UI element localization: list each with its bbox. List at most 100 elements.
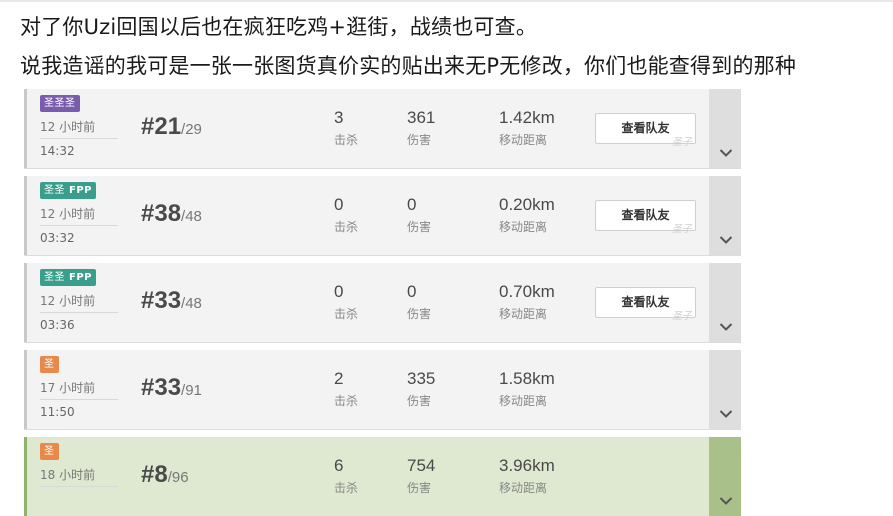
distance-value: 1.42km (499, 108, 555, 127)
kills-stat: 6 击杀 (334, 456, 358, 496)
damage-value: 361 (407, 108, 436, 127)
expand-button[interactable] (709, 263, 741, 342)
damage-value: 0 (407, 282, 417, 301)
rank-total: /48 (181, 295, 202, 312)
mode-glyph: 圣 (44, 359, 55, 370)
time-ago: 17 小时前 (40, 381, 96, 395)
squad-icon: 圣圣圣 (40, 95, 80, 112)
match-time: 14:32 (40, 144, 75, 158)
distance-value: 0.20km (499, 195, 555, 214)
kills-stat: 0 击杀 (334, 195, 358, 235)
mode-glyph: 圣圣圣 (44, 98, 76, 109)
distance-value: 1.58km (499, 369, 555, 388)
damage-stat: 335 伤害 (407, 369, 435, 409)
damage-value: 754 (407, 456, 436, 475)
distance-label: 移动距离 (499, 133, 548, 147)
distance-value: 0.70km (499, 282, 555, 301)
damage-stat: 0 伤害 (407, 195, 431, 235)
chevron-down-icon (719, 236, 733, 244)
damage-label: 伤害 (407, 394, 432, 408)
divider (40, 225, 118, 226)
match-time: 11:50 (40, 405, 75, 419)
mode-glyph: 圣圣 (44, 272, 65, 283)
rank-total: /29 (181, 121, 202, 138)
match-row[interactable]: 圣 17 小时前 11:50 #33/91 2 击杀 335 伤害 1.58km 移动距离 (24, 350, 741, 429)
distance-stat: 3.96km 移动距离 (499, 456, 555, 496)
kills-label: 击杀 (334, 394, 359, 408)
divider (40, 312, 118, 313)
chevron-down-icon (719, 497, 733, 505)
rank-value: #33 (141, 287, 182, 314)
mode-glyph: 圣 (44, 446, 55, 457)
time-ago: 18 小时前 (40, 468, 96, 482)
watermark: 圣子 (672, 224, 692, 235)
time-ago: 12 小时前 (40, 207, 96, 221)
time-ago: 12 小时前 (40, 120, 96, 134)
rank-total: /96 (167, 469, 189, 486)
watermark: 圣子 (672, 137, 692, 148)
match-row[interactable]: 圣圣 FPP 12 小时前 03:32 #38/48 0 击杀 0 伤害 0.20km 移动距离 查看… (24, 176, 741, 255)
kills-stat: 0 击杀 (334, 282, 358, 322)
distance-stat: 1.42km 移动距离 (499, 108, 555, 148)
rank-value: #21 (141, 113, 182, 140)
distance-stat: 0.20km 移动距离 (499, 195, 555, 235)
placement: #33/91 (141, 374, 202, 402)
match-time: 03:36 (40, 318, 75, 332)
watermark: 圣子 (672, 311, 692, 322)
placement: #33/48 (141, 287, 202, 315)
damage-label: 伤害 (407, 307, 432, 321)
duo-icon: 圣圣 FPP (40, 182, 96, 199)
top-divider (0, 0, 893, 2)
kills-value: 3 (334, 108, 344, 127)
distance-stat: 0.70km 移动距离 (499, 282, 555, 322)
damage-stat: 0 伤害 (407, 282, 431, 322)
distance-label: 移动距离 (499, 307, 548, 321)
kills-value: 0 (334, 282, 344, 301)
post-text-line-1: 对了你Uzi回国以后也在疯狂吃鸡+逛街，战绩也可查。 (20, 15, 538, 39)
solo-icon: 圣 (40, 443, 59, 460)
match-row[interactable]: 圣 18 小时前 #8/96 6 击杀 754 伤害 3.96km 移动距离 (24, 437, 741, 516)
divider (40, 486, 118, 487)
match-row[interactable]: 圣圣圣 12 小时前 14:32 #21/29 3 击杀 361 伤害 1.42km 移动距离 查看… (24, 89, 741, 168)
expand-button[interactable] (709, 437, 741, 516)
post-text-line-2: 说我造谣的我可是一张一张图货真价实的贴出来无P无修改，你们也能查得到的那种 (20, 54, 797, 78)
distance-stat: 1.58km 移动距离 (499, 369, 555, 409)
rank-value: #38 (141, 200, 182, 227)
row-accent-bar (24, 263, 27, 342)
rank-total: /48 (181, 208, 202, 225)
match-time: 03:32 (40, 231, 75, 245)
rank-total: /91 (181, 382, 202, 399)
chevron-down-icon (719, 149, 733, 157)
kills-label: 击杀 (334, 133, 359, 147)
damage-label: 伤害 (407, 220, 432, 234)
damage-value: 0 (407, 195, 417, 214)
placement: #8/96 (141, 461, 189, 489)
kills-value: 2 (334, 369, 344, 388)
damage-stat: 361 伤害 (407, 108, 435, 148)
row-accent-bar (24, 350, 27, 429)
chevron-down-icon (719, 323, 733, 331)
time-ago: 12 小时前 (40, 294, 96, 308)
kills-label: 击杀 (334, 220, 359, 234)
expand-button[interactable] (709, 176, 741, 255)
chevron-down-icon (719, 410, 733, 418)
damage-value: 335 (407, 369, 436, 388)
fpp-label: FPP (69, 185, 92, 196)
kills-value: 0 (334, 195, 344, 214)
fpp-label: FPP (69, 272, 92, 283)
divider (40, 138, 118, 139)
placement: #21/29 (141, 113, 202, 141)
row-accent-bar (24, 437, 27, 516)
kills-value: 6 (334, 456, 344, 475)
expand-button[interactable] (709, 350, 741, 429)
distance-value: 3.96km (499, 456, 555, 475)
match-row[interactable]: 圣圣 FPP 12 小时前 03:36 #33/48 0 击杀 0 伤害 0.70km 移动距离 查看… (24, 263, 741, 342)
distance-label: 移动距离 (499, 394, 548, 408)
solo-icon: 圣 (40, 356, 59, 373)
row-accent-bar (24, 89, 27, 168)
placement: #38/48 (141, 200, 202, 228)
kills-stat: 2 击杀 (334, 369, 358, 409)
damage-stat: 754 伤害 (407, 456, 435, 496)
expand-button[interactable] (709, 89, 741, 168)
distance-label: 移动距离 (499, 220, 548, 234)
